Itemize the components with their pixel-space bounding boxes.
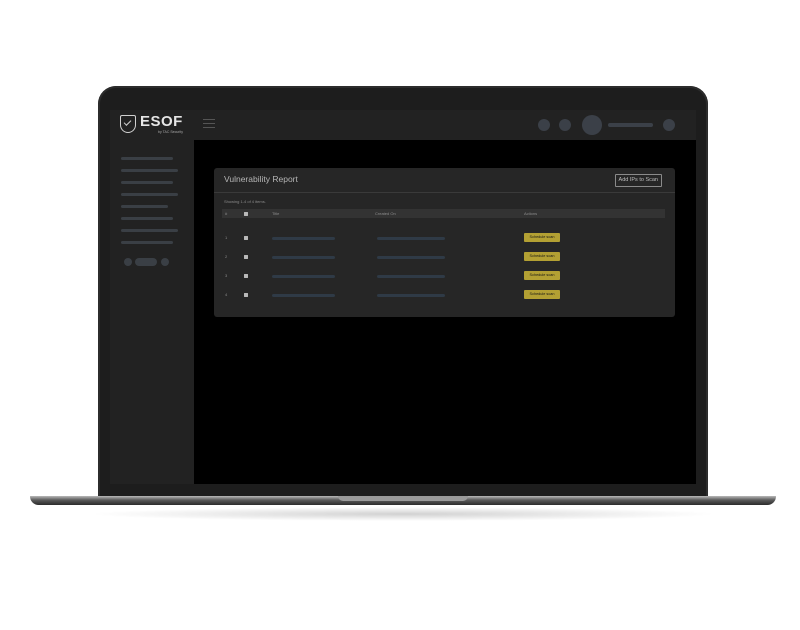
laptop-notch [338,496,468,501]
sidebar-item[interactable] [121,241,173,244]
title-placeholder[interactable] [272,237,335,240]
screen: ESOF by TAC Security Vulnerability Repor… [110,110,696,484]
sidebar-item[interactable] [121,217,173,220]
table-row: 2 Schedule scan [222,250,665,264]
page-title: Vulnerability Report [224,174,298,184]
vulnerability-report-card: Vulnerability Report Add IPs to Scan Sho… [214,168,675,317]
created-on-placeholder [377,237,445,240]
brand-name: ESOF [140,113,183,130]
title-placeholder[interactable] [272,275,335,278]
row-checkbox[interactable] [244,293,248,297]
column-title[interactable]: Title [272,211,279,216]
next-dot[interactable] [161,258,169,266]
table-row: 4 Schedule scan [222,288,665,302]
prev-dot[interactable] [124,258,132,266]
sidebar-footer-controls [124,257,172,267]
title-placeholder[interactable] [272,294,335,297]
sidebar-item[interactable] [121,157,173,160]
brand-logo[interactable]: ESOF by TAC Security [120,113,190,136]
column-number: # [225,210,228,216]
brand-subtitle: by TAC Security [158,130,183,134]
row-checkbox[interactable] [244,255,248,259]
title-placeholder[interactable] [272,256,335,259]
column-actions: Actions [524,210,538,216]
schedule-scan-button[interactable]: Schedule scan [524,271,560,280]
created-on-placeholder [377,294,445,297]
sidebar-item[interactable] [121,181,173,184]
created-on-placeholder [377,275,445,278]
sidebar-item[interactable] [121,229,178,232]
notification-icon[interactable] [538,119,550,131]
table-row: 1 Schedule scan [222,231,665,245]
row-number: 1 [225,235,228,240]
sidebar-item[interactable] [121,205,168,208]
theme-toggle[interactable] [135,258,157,266]
created-on-placeholder [377,256,445,259]
sidebar-item[interactable] [121,169,178,172]
row-number: 4 [225,292,228,297]
table-header: # Title Created On Actions [222,209,665,218]
schedule-scan-button[interactable]: Schedule scan [524,233,560,242]
showing-summary: Showing 1-4 of 4 items. [224,199,266,204]
schedule-scan-button[interactable]: Schedule scan [524,252,560,261]
logout-icon[interactable] [663,119,675,131]
shield-check-icon [120,115,136,133]
select-all-checkbox[interactable] [244,211,248,216]
row-number: 2 [225,254,228,259]
row-number: 3 [225,273,228,278]
table-row: 3 Schedule scan [222,269,665,283]
row-checkbox[interactable] [244,236,248,240]
user-name-placeholder[interactable] [608,123,653,127]
add-ips-to-scan-button[interactable]: Add IPs to Scan [614,174,662,187]
schedule-scan-button[interactable]: Schedule scan [524,290,560,299]
sidebar-item[interactable] [121,193,178,196]
divider [214,192,675,193]
settings-icon[interactable] [559,119,571,131]
sidebar [110,140,194,484]
column-created-on[interactable]: Created On [375,211,396,216]
laptop-shadow [88,507,718,521]
avatar[interactable] [582,115,602,135]
row-checkbox[interactable] [244,274,248,278]
menu-icon[interactable] [203,119,215,129]
top-bar: ESOF by TAC Security [110,110,696,140]
